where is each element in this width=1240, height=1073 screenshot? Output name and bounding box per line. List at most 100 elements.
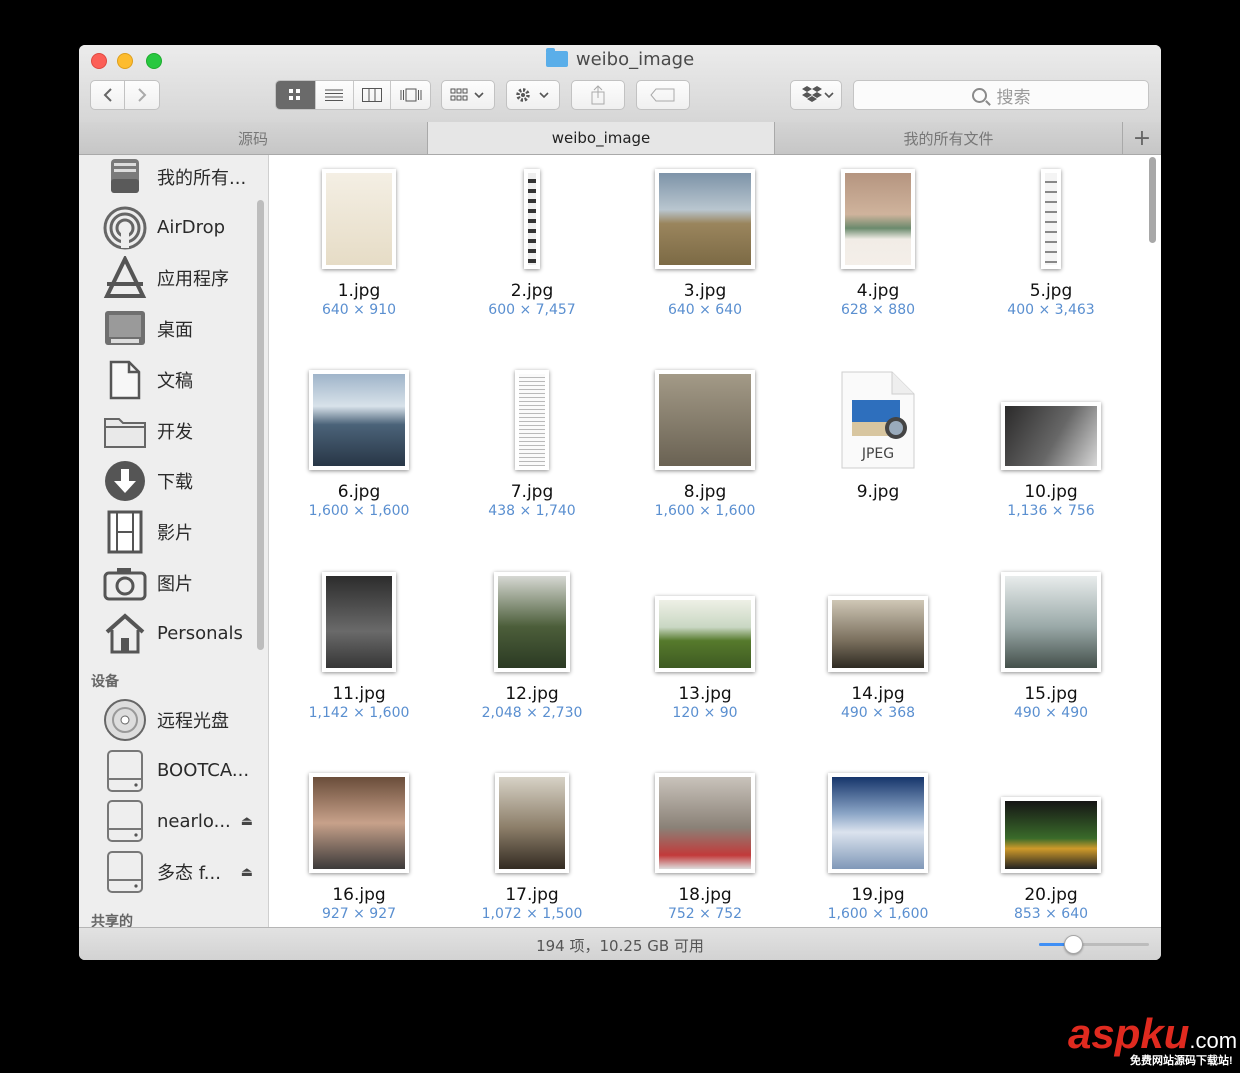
tab-bar: 源码 weibo_image 我的所有文件 + [79, 122, 1161, 155]
arrange-button[interactable] [441, 80, 495, 110]
file-name: 18.jpg [678, 885, 732, 905]
file-dimensions: 120 × 90 [672, 705, 738, 721]
tab-label: 源码 [237, 129, 268, 148]
file-thumbnail[interactable] [495, 773, 569, 873]
sidebar-item[interactable]: 应用程序 [103, 256, 263, 300]
folder-icon [103, 409, 147, 453]
file-thumbnail[interactable] [841, 169, 915, 269]
file-name: 11.jpg [332, 684, 386, 704]
file-thumbnail[interactable] [494, 572, 570, 672]
tab-label: 我的所有文件 [903, 129, 994, 148]
coverflow-view-button[interactable] [391, 81, 430, 109]
sidebar-item[interactable]: Personals [103, 611, 263, 655]
file-thumbnail[interactable] [309, 773, 409, 873]
share-button[interactable] [571, 80, 625, 110]
jpeg-document-icon[interactable]: JPEG [840, 370, 916, 470]
download-icon [103, 459, 147, 503]
sidebar-device[interactable]: BOOTCA... [103, 749, 263, 793]
file-thumbnail[interactable] [322, 169, 396, 269]
back-button[interactable] [90, 80, 125, 110]
file-name: 9.jpg [856, 482, 900, 502]
icon-view-button[interactable] [276, 81, 316, 109]
tags-button[interactable] [636, 80, 690, 110]
new-tab-button[interactable]: + [1123, 122, 1161, 154]
list-view-button[interactable] [315, 81, 354, 109]
camera-icon [103, 561, 147, 605]
sidebar-item[interactable]: 开发 [103, 409, 263, 453]
file-thumbnail[interactable] [1001, 402, 1101, 470]
icon-size-slider[interactable] [1039, 935, 1149, 954]
file-name: 13.jpg [678, 684, 732, 704]
sidebar-item[interactable]: AirDrop [103, 206, 263, 250]
tab-weibo-image[interactable]: weibo_image [428, 122, 775, 154]
file-thumbnail[interactable] [1001, 572, 1101, 672]
file-thumbnail[interactable] [515, 370, 549, 470]
sidebar-item-label: 下载 [157, 472, 193, 494]
sidebar-device[interactable]: 远程光盘 [103, 698, 263, 742]
action-menu-button[interactable] [506, 80, 560, 110]
window-title-text: weibo_image [575, 49, 695, 70]
file-thumbnail[interactable] [1041, 169, 1061, 269]
sidebar-item[interactable]: 我的所有... [103, 155, 263, 199]
file-name: 17.jpg [505, 885, 559, 905]
watermark-suffix: .com [1189, 1028, 1238, 1053]
file-type-label: JPEG [861, 446, 895, 462]
sidebar-item[interactable]: 影片 [103, 510, 263, 554]
back-arrow-icon [103, 88, 112, 102]
coverflow-icon [400, 88, 422, 102]
sidebar-item-label: 桌面 [157, 320, 193, 342]
file-dimensions: 600 × 7,457 [488, 302, 576, 318]
sidebar-item[interactable]: 文稿 [103, 358, 263, 402]
drive-icon [103, 850, 147, 894]
sidebar-item[interactable]: 桌面 [103, 307, 263, 351]
file-thumbnail[interactable] [655, 773, 755, 873]
search-field[interactable]: 搜索 [853, 80, 1149, 110]
file-name: 7.jpg [510, 482, 554, 502]
main-scrollbar[interactable] [1149, 157, 1156, 243]
sidebar-item-label: 应用程序 [157, 269, 229, 291]
file-thumbnail[interactable] [322, 572, 396, 672]
list-icon [325, 89, 344, 101]
file-name: 15.jpg [1024, 684, 1078, 704]
file-thumbnail[interactable] [655, 370, 755, 470]
file-name: 4.jpg [856, 281, 900, 301]
file-thumbnail[interactable] [524, 169, 540, 269]
folder-icon [545, 48, 568, 67]
file-thumbnail[interactable] [828, 773, 928, 873]
file-thumbnail[interactable] [655, 596, 755, 672]
watermark-tagline: 免费网站源码下载站! [1130, 1055, 1233, 1067]
file-thumbnail[interactable] [309, 370, 409, 470]
sidebar-device[interactable]: 多态 f... ⏏ [103, 850, 263, 894]
documents-icon [103, 358, 147, 402]
eject-icon[interactable]: ⏏ [241, 865, 253, 880]
sidebar-item-label: nearlo... [157, 810, 231, 832]
dropbox-button[interactable] [790, 80, 842, 110]
tab-all-files[interactable]: 我的所有文件 [775, 122, 1123, 154]
disc-icon [103, 698, 147, 742]
file-name: 14.jpg [851, 684, 905, 704]
column-view-button[interactable] [353, 81, 392, 109]
search-placeholder: 搜索 [996, 87, 1031, 108]
sidebar-item-label: 我的所有... [157, 168, 247, 189]
sidebar-item[interactable]: 图片 [103, 561, 263, 605]
file-dimensions: 1,136 × 756 [1007, 503, 1095, 519]
sidebar-device[interactable]: nearlo... ⏏ [103, 799, 263, 843]
file-thumbnail[interactable] [655, 169, 755, 269]
eject-icon[interactable]: ⏏ [241, 814, 253, 829]
file-dimensions: 1,600 × 1,600 [308, 503, 410, 519]
sidebar-item-label: BOOTCA... [157, 760, 250, 782]
file-dimensions: 490 × 490 [1013, 705, 1089, 721]
applications-icon [103, 256, 147, 300]
desktop-icon [103, 307, 147, 351]
forward-button[interactable] [124, 80, 160, 110]
share-icon [591, 85, 605, 105]
slider-knob[interactable] [1064, 935, 1083, 954]
sidebar-item[interactable]: 下载 [103, 459, 263, 503]
file-thumbnail[interactable] [828, 596, 928, 672]
file-dimensions: 2,048 × 2,730 [481, 705, 583, 721]
sidebar-item-label: 图片 [157, 573, 193, 595]
tab-source[interactable]: 源码 [79, 122, 428, 154]
finder-window: weibo_image 搜索 源码 weibo_image 我的所有文件 + 我… [79, 45, 1161, 960]
file-thumbnail[interactable] [1001, 797, 1101, 873]
file-dimensions: 640 × 910 [321, 302, 397, 318]
